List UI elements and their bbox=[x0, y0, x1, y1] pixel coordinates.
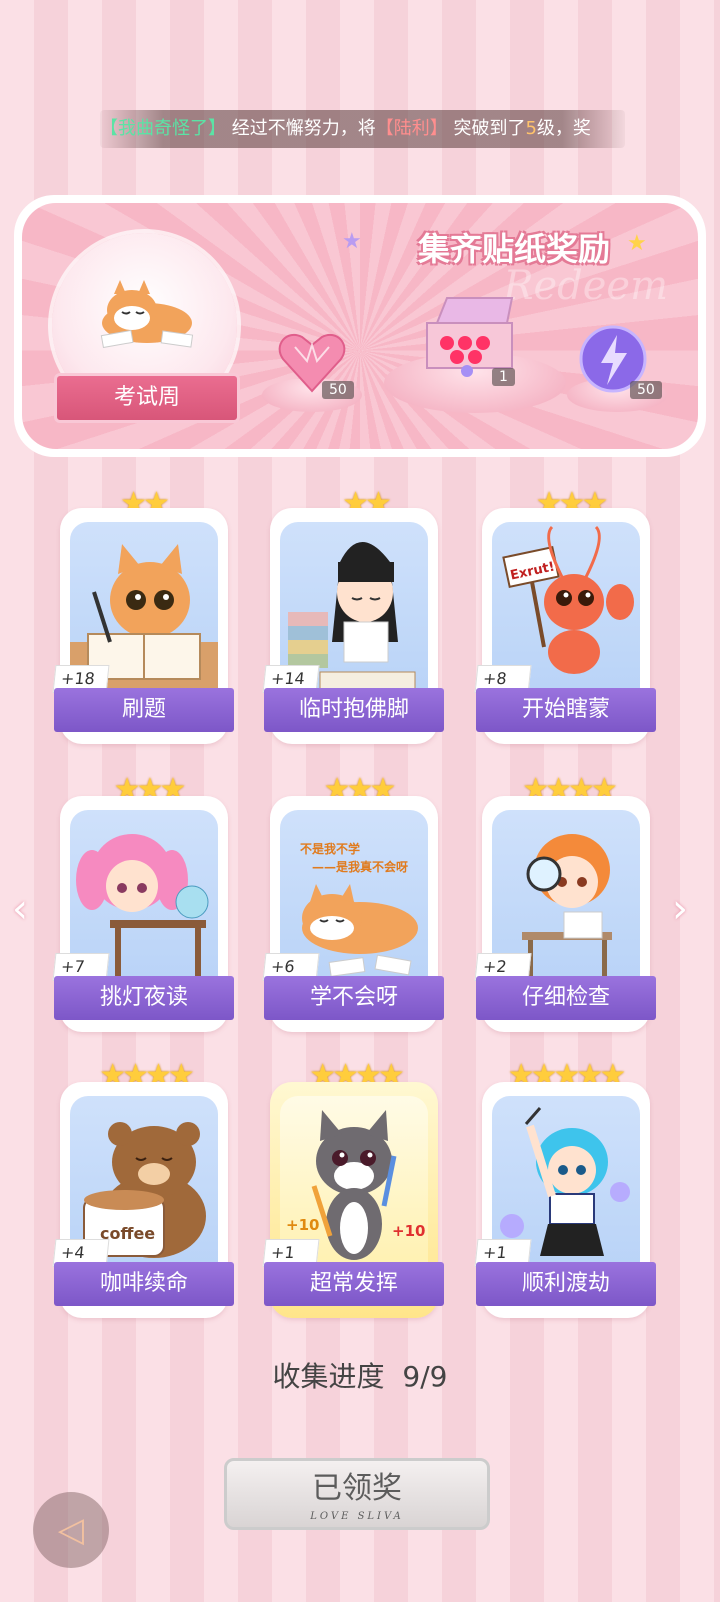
announcement-marquee: 【我曲奇怪了】 经过不懈努力，将【陆利】 突破到了5级，奖 bbox=[100, 110, 625, 148]
marquee-text-3: 级，奖 bbox=[536, 118, 591, 139]
card-label: 学不会呀 bbox=[264, 976, 444, 1020]
sticker-card[interactable]: +1 顺利渡劫 bbox=[474, 1082, 656, 1318]
claimed-button-sub: LOVE SLIVA bbox=[310, 1511, 404, 1522]
shiba-caption-1: 不是我不学 bbox=[300, 842, 361, 856]
card-label: 挑灯夜读 bbox=[54, 976, 234, 1020]
claimed-reward-button[interactable]: 已领奖 LOVE SLIVA bbox=[224, 1458, 490, 1530]
card-label: 临时抱佛脚 bbox=[264, 688, 444, 732]
sticker-card[interactable]: +10 +10 +1 超常发挥 bbox=[262, 1082, 444, 1318]
shiba-sleeping-icon bbox=[100, 280, 194, 348]
card-label: 咖啡续命 bbox=[54, 1262, 234, 1306]
marquee-text-2: 突破到了 bbox=[447, 118, 526, 139]
sticker-card[interactable]: +7 挑灯夜读 bbox=[52, 796, 234, 1032]
reward-count: 50 bbox=[630, 381, 662, 399]
sticker-card[interactable]: coffee +4 咖啡续命 bbox=[52, 1082, 234, 1318]
claimed-button-label: 已领奖 bbox=[312, 1471, 402, 1506]
collection-progress: 收集进度 9/9 bbox=[0, 1355, 720, 1395]
bonus-text: +10 bbox=[392, 1222, 426, 1240]
star-deco-icon: ★ bbox=[342, 229, 362, 254]
card-label: 开始瞎蒙 bbox=[476, 688, 656, 732]
marquee-target-open: 【 bbox=[375, 118, 394, 139]
bonus-text: +10 bbox=[286, 1216, 320, 1234]
card-label: 顺利渡劫 bbox=[476, 1262, 656, 1306]
player-name: 我曲奇怪了 bbox=[118, 118, 208, 139]
card-label: 超常发挥 bbox=[264, 1262, 444, 1306]
marquee-suffix: 】 bbox=[208, 118, 226, 139]
sticker-card[interactable]: +18 刷题 bbox=[52, 508, 234, 744]
back-arrow-icon: ◁ bbox=[57, 1510, 85, 1550]
progress-value: 9/9 bbox=[402, 1360, 448, 1393]
gift-box-icon bbox=[426, 297, 514, 377]
progress-label: 收集进度 bbox=[272, 1360, 385, 1393]
sticker-card[interactable]: +14 临时抱佛脚 bbox=[262, 508, 444, 744]
marquee-text-1: 经过不懈努力，将 bbox=[226, 118, 376, 139]
back-button[interactable]: ◁ bbox=[33, 1492, 109, 1568]
collection-reward-panel: Redeem ★ ★ 集齐贴纸奖励 考试周 50 1 50 bbox=[14, 195, 706, 457]
marquee-prefix: 【 bbox=[100, 118, 118, 139]
theme-label: 考试周 bbox=[54, 373, 240, 423]
card-label: 仔细检查 bbox=[476, 976, 656, 1020]
marquee-level: 5 bbox=[525, 118, 537, 139]
prev-page-arrow-icon[interactable]: ‹ bbox=[12, 886, 28, 932]
next-page-arrow-icon[interactable]: › bbox=[672, 886, 688, 932]
sticker-card[interactable]: 不是我不学 ——是我真不会呀 +6 学不会呀 bbox=[262, 796, 444, 1032]
sticker-card[interactable]: +2 仔细检查 bbox=[474, 796, 656, 1032]
marquee-target: 陆利 bbox=[393, 118, 430, 139]
reward-count: 50 bbox=[322, 381, 354, 399]
reward-count: 1 bbox=[492, 368, 515, 386]
shiba-caption-2: ——是我真不会呀 bbox=[312, 860, 409, 874]
marquee-target-close: 】 bbox=[429, 118, 448, 139]
card-label: 刷题 bbox=[54, 688, 234, 732]
reward-panel-title: 集齐贴纸奖励 bbox=[417, 230, 610, 268]
sticker-card[interactable]: Exrut! +8 开始瞎蒙 bbox=[474, 508, 656, 744]
